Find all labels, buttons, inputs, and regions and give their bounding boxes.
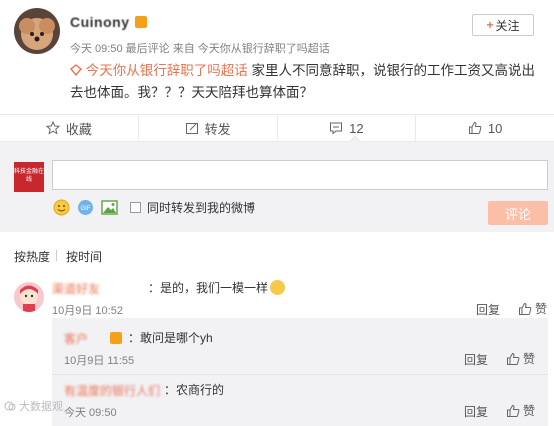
comment-input[interactable] bbox=[52, 160, 548, 190]
repost-checkbox-label: 同时转发到我的微博 bbox=[147, 200, 256, 215]
like-count: 10 bbox=[487, 120, 503, 136]
comment-like-button[interactable]: 赞 bbox=[518, 300, 547, 317]
reply-button[interactable]: 回复 bbox=[476, 301, 500, 318]
favorite-label: 收藏 bbox=[65, 121, 92, 137]
diamond-topic-icon bbox=[70, 64, 82, 77]
reply-like-label: 赞 bbox=[523, 352, 536, 366]
comment-time: 10月9日 10:52 bbox=[52, 305, 123, 317]
post-meta: 今天 09:50 最后评论 来自 今天你从银行辞职了吗超话 bbox=[70, 40, 330, 56]
reply-text: ：农商行的 bbox=[164, 383, 225, 397]
favorite-button[interactable]: 收藏 bbox=[0, 115, 139, 141]
reply-like-button[interactable]: 赞 bbox=[506, 350, 535, 367]
comment-count: 12 bbox=[349, 120, 364, 136]
reply-like-button[interactable]: 赞 bbox=[506, 402, 535, 419]
reply-like-label: 赞 bbox=[523, 404, 536, 418]
sort-by-time[interactable]: 按时间 bbox=[66, 248, 102, 265]
post-content: 今天你从银行辞职了吗超话 家里人不同意辞职，说银行的工作工资又高说出去也体面。我… bbox=[70, 60, 546, 104]
commenter-name[interactable]: 渠道好友 bbox=[52, 280, 100, 297]
grin-emoji-icon bbox=[270, 280, 286, 295]
comment-list: 渠道好友 ：是的，我们一模一样 10月9日 10:52 回复 赞 客户 ：敢问是… bbox=[0, 272, 554, 426]
my-avatar[interactable]: 科技金融在线 bbox=[14, 162, 44, 192]
action-bar: 收藏 转发 12 10 bbox=[0, 114, 554, 142]
gif-icon[interactable]: GIF bbox=[76, 198, 94, 216]
weibo-post: Cuinony 今天 09:50 最后评论 来自 今天你从银行辞职了吗超话 + … bbox=[0, 0, 554, 114]
comment-text-body: ：是的，我们一模一样 bbox=[148, 281, 269, 295]
watermark-text: 大数据观 bbox=[19, 401, 63, 413]
post-meta-source: 最后评论 来自 bbox=[125, 43, 195, 55]
thumbs-up-icon bbox=[519, 302, 532, 315]
reply-button[interactable]: 回复 bbox=[464, 351, 488, 368]
plus-icon: + bbox=[486, 18, 494, 32]
comment-like-label: 赞 bbox=[535, 302, 548, 316]
reply-time: 今天 09:50 bbox=[64, 407, 117, 419]
topic-tag: 今天你从银行辞职了吗超话 bbox=[85, 63, 248, 78]
comment-compose: 科技金融在线 GIF 同时转发到我的微博 评论 bbox=[0, 142, 554, 232]
thumbs-up-icon bbox=[507, 404, 520, 417]
star-icon bbox=[45, 121, 60, 135]
post-meta-topic[interactable]: 今天你从银行辞职了吗超话 bbox=[198, 43, 330, 55]
thumbs-up-icon bbox=[468, 121, 482, 134]
repost-icon bbox=[185, 123, 198, 134]
submit-comment-button[interactable]: 评论 bbox=[488, 201, 548, 225]
reply-text: ：敢问是哪个yh bbox=[128, 331, 213, 345]
topic-link[interactable]: 今天你从银行辞职了吗超话 bbox=[70, 63, 252, 78]
watermark: 大数据观 bbox=[4, 398, 63, 414]
vip-badge-icon bbox=[110, 332, 122, 344]
repost-checkbox[interactable] bbox=[130, 201, 141, 213]
image-icon[interactable] bbox=[100, 198, 118, 216]
comment-sort-bar: 按热度 按时间 bbox=[0, 232, 554, 272]
comment-icon bbox=[330, 122, 343, 135]
emoji-icon[interactable] bbox=[52, 198, 70, 216]
thumbs-up-icon bbox=[507, 352, 520, 365]
username[interactable]: Cuinony bbox=[70, 14, 130, 30]
reply-author-name[interactable]: 客户 bbox=[64, 330, 88, 347]
like-button[interactable]: 10 bbox=[416, 115, 554, 141]
commenter-avatar[interactable] bbox=[14, 282, 44, 312]
reply-button[interactable]: 回复 bbox=[464, 403, 488, 420]
follow-button[interactable]: + 关注 bbox=[472, 14, 534, 36]
user-avatar[interactable] bbox=[14, 8, 60, 54]
sort-divider bbox=[56, 250, 57, 261]
sort-by-hot[interactable]: 按热度 bbox=[14, 248, 50, 265]
reply-time: 10月9日 11:55 bbox=[64, 355, 135, 367]
reply-divider bbox=[52, 374, 548, 375]
comment-button[interactable]: 12 bbox=[278, 115, 417, 141]
follow-label: 关注 bbox=[495, 18, 520, 33]
repost-button[interactable]: 转发 bbox=[139, 115, 278, 141]
vip-badge-icon bbox=[135, 16, 147, 28]
wechat-icon bbox=[4, 401, 16, 411]
comment-text: ：是的，我们一模一样 bbox=[148, 279, 286, 296]
compose-tools: GIF 同时转发到我的微博 bbox=[52, 198, 255, 216]
repost-label: 转发 bbox=[204, 121, 231, 137]
svg-text:GIF: GIF bbox=[80, 206, 90, 212]
reply-thread: 客户 ：敢问是哪个yh 10月9日 11:55 回复 赞 有温度的银行人们 ：农… bbox=[52, 318, 548, 426]
reply-author-name[interactable]: 有温度的银行人们 bbox=[64, 382, 160, 399]
post-time[interactable]: 今天 09:50 bbox=[70, 43, 123, 55]
